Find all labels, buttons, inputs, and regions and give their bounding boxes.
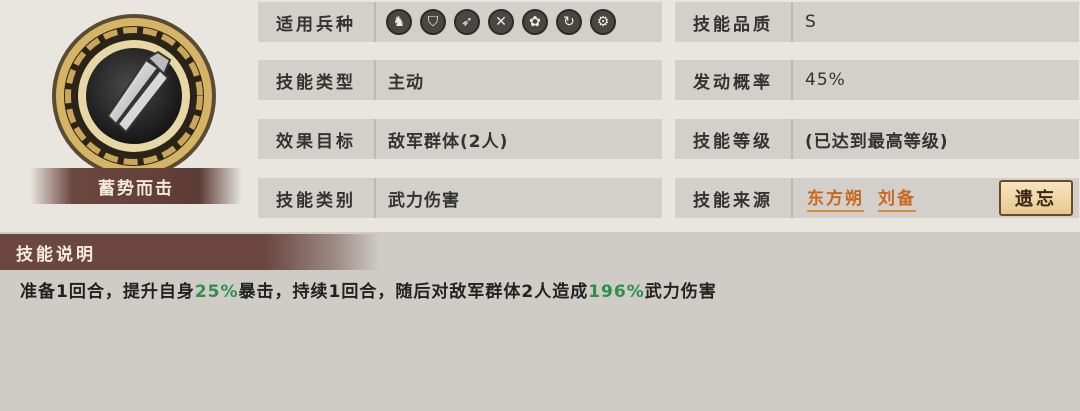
target-label: 效果目标 [258, 119, 376, 159]
troop-type-list: ♞ ⛉ ➶ ✕ ✿ ↻ ⚙ [376, 9, 616, 35]
quality-label: 技能品质 [675, 2, 793, 42]
sword-emblem-icon [50, 12, 218, 180]
shield-icon[interactable]: ⛉ [420, 9, 446, 35]
trigger-rate-row: 发动概率 45% [675, 60, 1079, 100]
crit-value: 25% [194, 282, 239, 302]
target-row: 效果目标 敌军群体(2人) [258, 119, 662, 159]
skill-type-row: 技能类型 主动 [258, 60, 662, 100]
forget-button[interactable]: 遗忘 [999, 180, 1073, 216]
level-value: (已达到最高等级) [805, 131, 949, 152]
category-label: 技能类别 [258, 178, 376, 218]
description-part1: 准备1回合，提升自身 [20, 282, 195, 302]
target-value: 敌军群体(2人) [388, 131, 509, 152]
source-row: 技能来源 东方朔 刘备 遗忘 [675, 178, 1079, 218]
navy-icon[interactable]: ↻ [556, 9, 582, 35]
quality-value: S [805, 12, 817, 32]
skill-type-label: 技能类型 [258, 60, 376, 100]
description-part3: 武力伤害 [644, 282, 717, 302]
trigger-rate-value: 45% [805, 70, 846, 90]
description-part2: 暴击，持续1回合，随后对敌军群体2人造成 [238, 282, 589, 302]
troop-type-row: 适用兵种 ♞ ⛉ ➶ ✕ ✿ ↻ ⚙ [258, 2, 662, 42]
trigger-rate-label: 发动概率 [675, 60, 793, 100]
source-link-dongfangshuo[interactable]: 东方朔 [807, 184, 864, 212]
bow-icon[interactable]: ➶ [454, 9, 480, 35]
troop-type-label: 适用兵种 [258, 2, 376, 42]
category-row: 技能类别 武力伤害 [258, 178, 662, 218]
siege-icon[interactable]: ✿ [522, 9, 548, 35]
skill-type-value: 主动 [388, 72, 424, 93]
source-link-liubei[interactable]: 刘备 [878, 184, 916, 212]
level-row: 技能等级 (已达到最高等级) [675, 119, 1079, 159]
description-title: 技能说明 [0, 234, 380, 270]
skill-name: 蓄势而击 [30, 168, 242, 204]
machine-icon[interactable]: ⚙ [590, 9, 616, 35]
level-label: 技能等级 [675, 119, 793, 159]
damage-value: 196% [588, 282, 645, 302]
description-text: 准备1回合，提升自身25%暴击，持续1回合，随后对敌军群体2人造成196%武力伤… [20, 277, 1060, 302]
cavalry-icon[interactable]: ♞ [386, 9, 412, 35]
category-value: 武力伤害 [388, 190, 460, 211]
source-label: 技能来源 [675, 178, 793, 218]
spear-icon[interactable]: ✕ [488, 9, 514, 35]
quality-row: 技能品质 S [675, 2, 1079, 42]
